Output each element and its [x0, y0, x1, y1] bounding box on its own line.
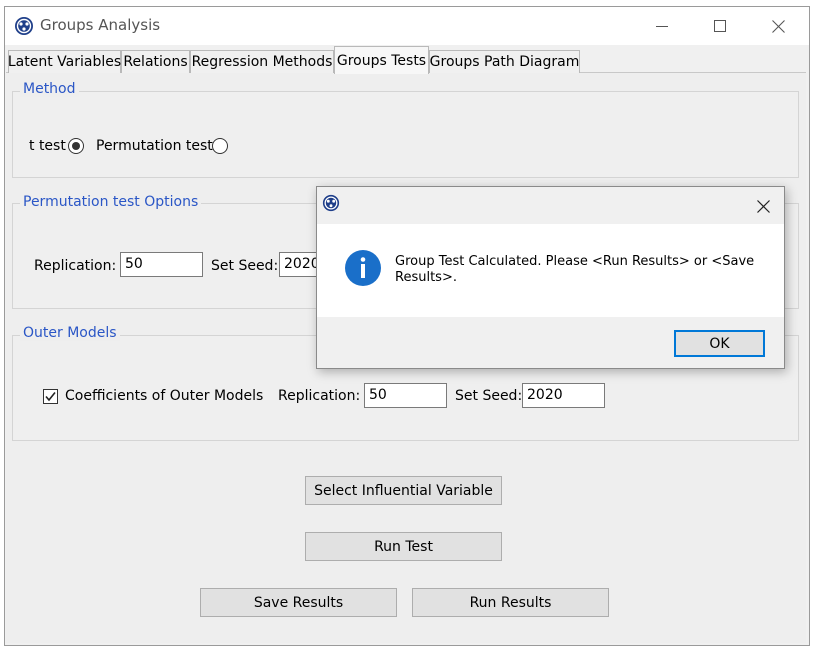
tab-relations[interactable]: Relations — [121, 50, 190, 73]
coefficients-label: Coefficients of Outer Models — [65, 388, 264, 404]
outer-replication-input[interactable]: 50 — [364, 383, 447, 408]
outer-models-title: Outer Models — [20, 325, 120, 341]
dialog-message-line-1: Group Test Calculated. Please <Run Resul… — [395, 254, 755, 269]
close-icon — [756, 199, 770, 213]
dialog-message: Group Test Calculated. Please <Run Resul… — [395, 254, 754, 286]
tab-groups-tests[interactable]: Groups Tests — [334, 46, 429, 74]
close-button[interactable] — [750, 7, 806, 45]
method-group-title: Method — [20, 81, 79, 97]
app-icon — [15, 17, 33, 35]
minimize-icon — [656, 26, 668, 27]
info-icon — [345, 250, 381, 286]
tab-latent-variables[interactable]: Latent Variables — [8, 50, 121, 73]
tab-regression-methods[interactable]: Regression Methods — [190, 50, 334, 73]
message-dialog: Group Test Calculated. Please <Run Resul… — [316, 186, 785, 369]
run-results-button[interactable]: Run Results — [412, 588, 609, 617]
tab-groups-path-diagram[interactable]: Groups Path Diagram — [429, 50, 580, 73]
checkmark-icon — [45, 392, 56, 402]
permutation-options-title: Permutation test Options — [20, 194, 202, 210]
method-group — [12, 91, 799, 178]
select-influential-variable-button[interactable]: Select Influential Variable — [305, 476, 502, 505]
dialog-message-line-2: Results>. — [395, 270, 457, 285]
permutation-seed-label: Set Seed: — [211, 258, 279, 274]
t-test-label: t test — [29, 138, 66, 154]
minimize-button[interactable] — [634, 7, 690, 45]
close-icon — [771, 19, 785, 33]
save-results-button[interactable]: Save Results — [200, 588, 397, 617]
ok-button[interactable]: OK — [674, 330, 765, 357]
maximize-icon — [714, 20, 726, 32]
radio-selected-dot — [72, 142, 80, 150]
run-test-button[interactable]: Run Test — [305, 532, 502, 561]
t-test-radio[interactable] — [68, 138, 84, 154]
outer-seed-label: Set Seed: — [455, 388, 523, 404]
dialog-app-icon — [322, 194, 340, 212]
maximize-button[interactable] — [692, 7, 748, 45]
permutation-test-label: Permutation test — [96, 138, 213, 154]
permutation-replication-input[interactable]: 50 — [120, 252, 203, 277]
outer-replication-label: Replication: — [278, 388, 361, 404]
permutation-replication-label: Replication: — [34, 258, 117, 274]
coefficients-checkbox[interactable] — [43, 389, 58, 404]
permutation-test-radio[interactable] — [212, 138, 228, 154]
dialog-close-button[interactable] — [752, 195, 774, 217]
outer-seed-input[interactable]: 2020 — [522, 383, 605, 408]
window-title: Groups Analysis — [40, 16, 161, 34]
